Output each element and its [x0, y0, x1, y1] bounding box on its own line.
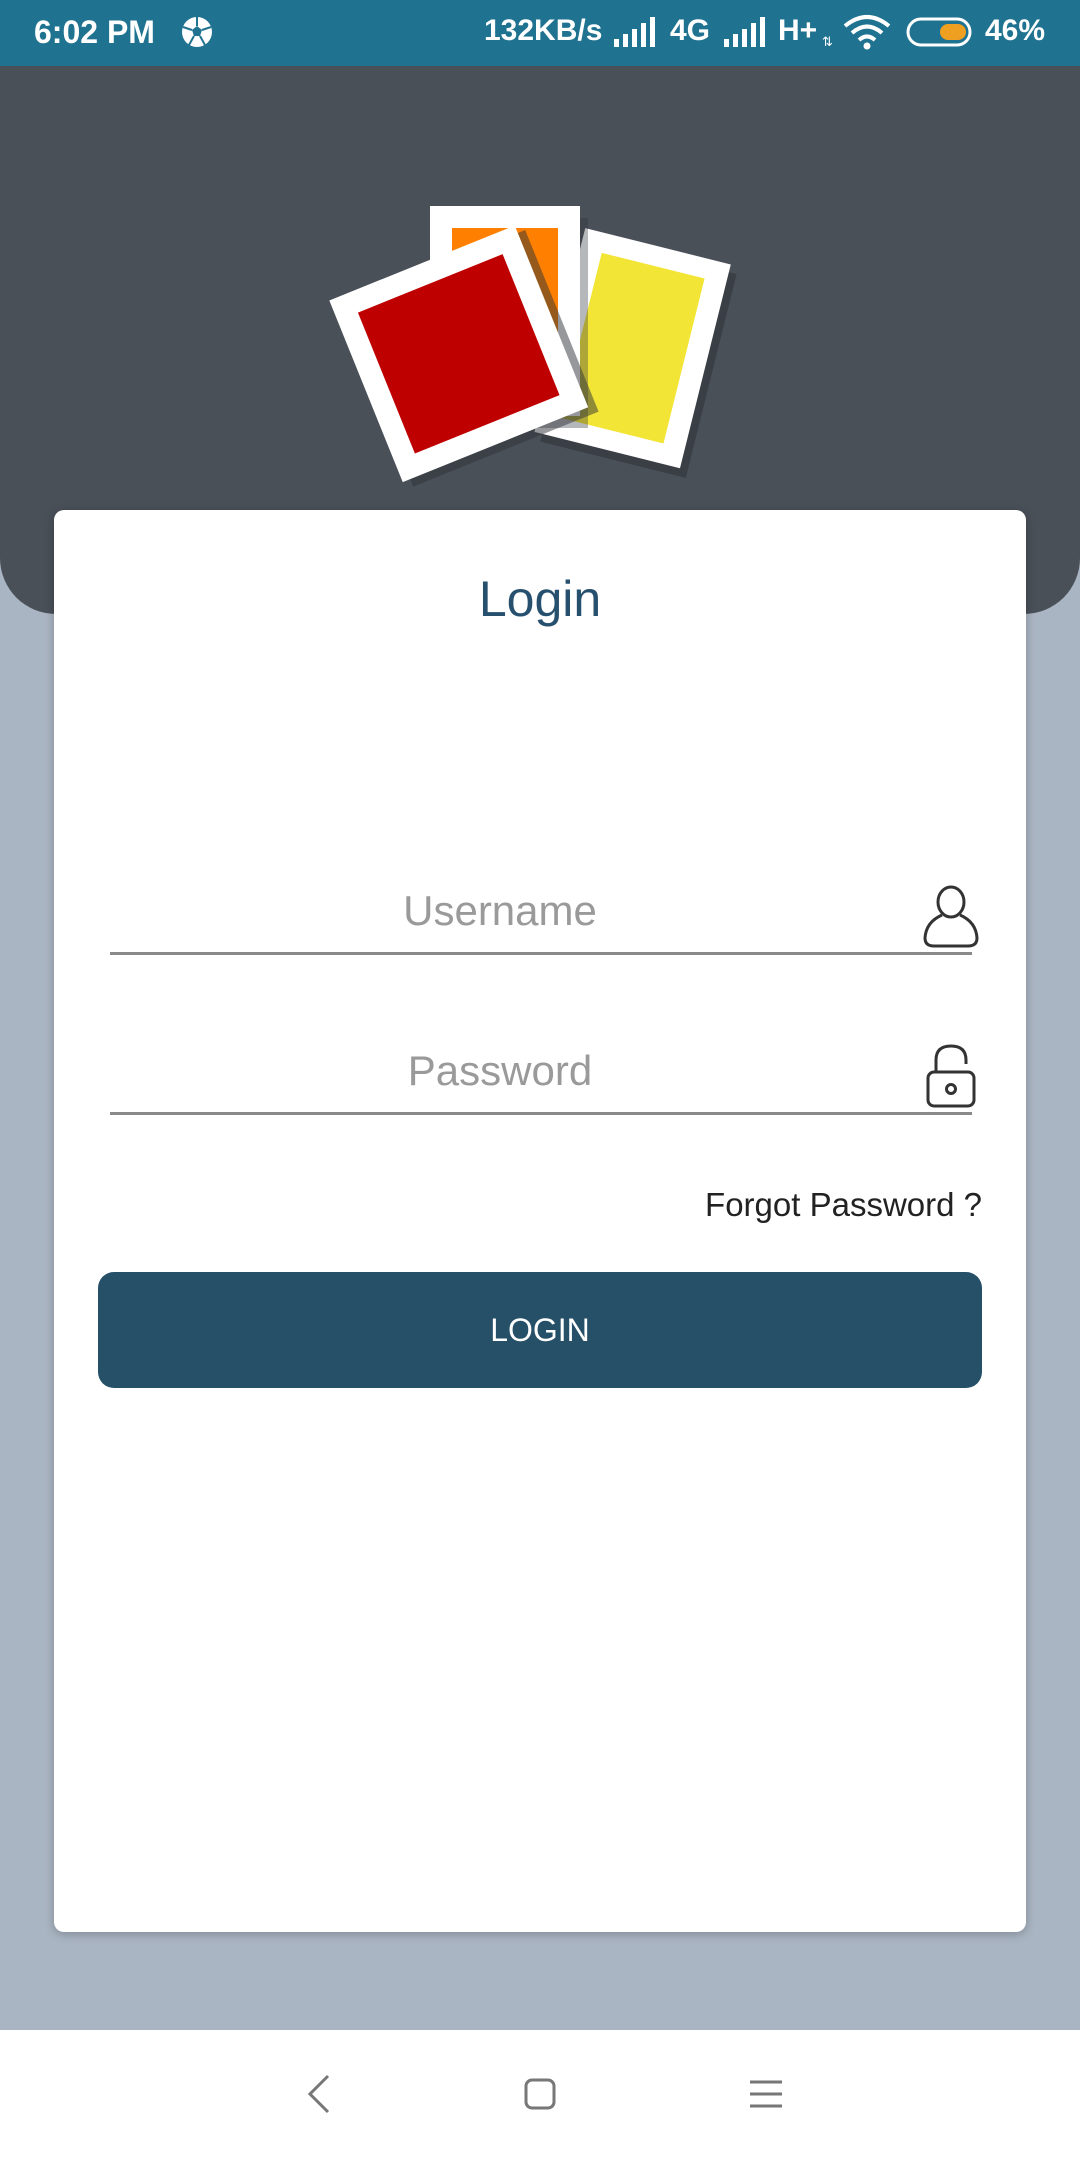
- user-icon: [923, 885, 979, 948]
- status-bar: 6:02 PM 132KB/s 4G H+ ⇅ 46%: [0, 0, 1080, 66]
- username-input[interactable]: [110, 872, 890, 950]
- battery-percent: 46%: [985, 14, 1046, 47]
- navigation-bar: [0, 2030, 1080, 2160]
- signal-icon: [614, 17, 655, 47]
- login-card: Login Forgot Password ? LOGIN: [54, 510, 1026, 1932]
- password-input[interactable]: [110, 1032, 890, 1110]
- battery-icon: [906, 17, 972, 47]
- login-button[interactable]: LOGIN: [98, 1272, 982, 1388]
- back-icon[interactable]: [302, 2072, 338, 2116]
- home-icon[interactable]: [518, 2072, 562, 2116]
- soccer-ball-icon: [182, 17, 212, 47]
- network-speed: 132KB/s: [484, 14, 603, 47]
- data-arrows-icon: ⇅: [822, 34, 833, 49]
- network-type-hplus: H+: [778, 14, 818, 47]
- status-time: 6:02 PM: [34, 14, 155, 50]
- login-title: Login: [478, 571, 602, 627]
- network-type-4g: 4G: [670, 14, 711, 47]
- unlock-icon: [926, 1044, 976, 1108]
- wifi-icon: [843, 15, 891, 50]
- app-logo: [329, 206, 737, 487]
- menu-icon[interactable]: [744, 2072, 788, 2116]
- signal-icon: [724, 17, 765, 47]
- forgot-password-link[interactable]: Forgot Password ?: [705, 1186, 982, 1224]
- password-field: [110, 1032, 976, 1115]
- username-field: [110, 872, 979, 955]
